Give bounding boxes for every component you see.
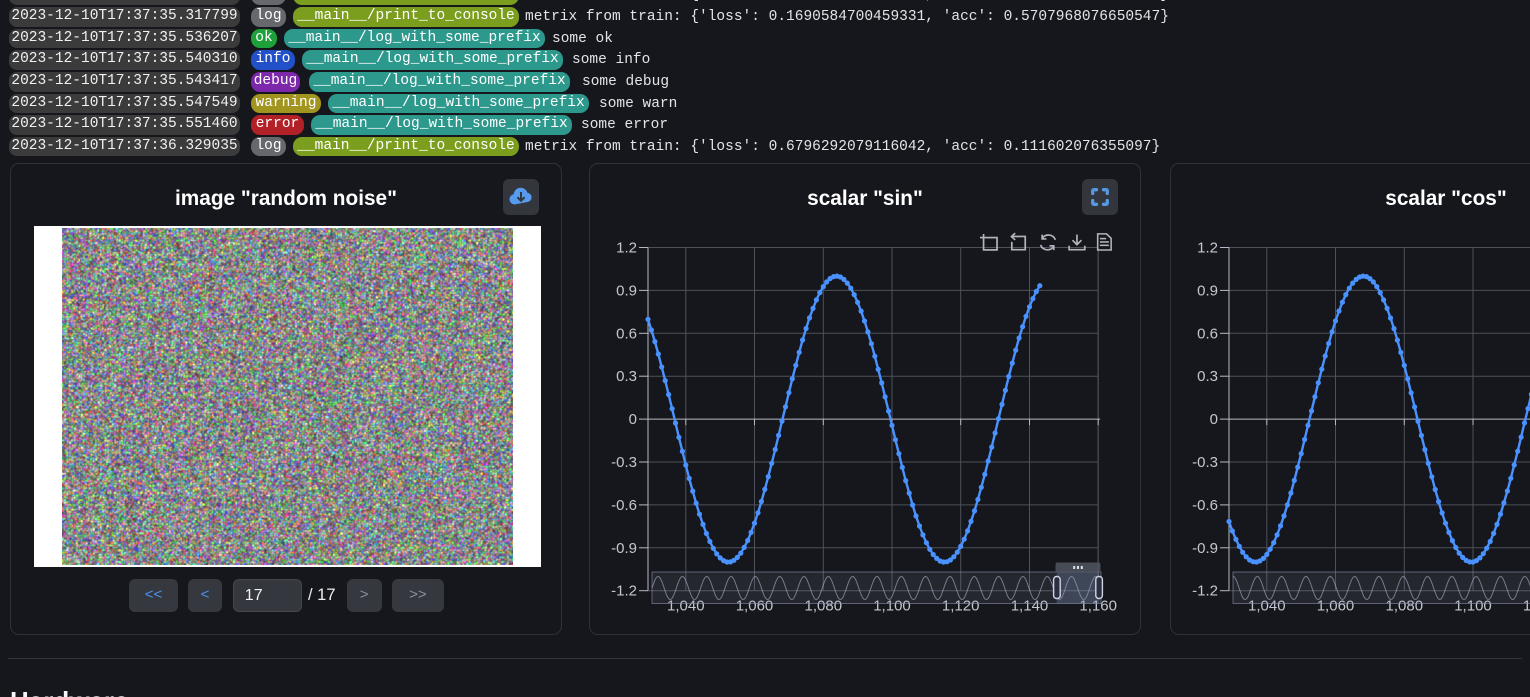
svg-text:0.6: 0.6 bbox=[1197, 325, 1218, 342]
svg-text:1.2: 1.2 bbox=[616, 239, 637, 256]
svg-text:-0.9: -0.9 bbox=[611, 539, 637, 556]
svg-text:-0.3: -0.3 bbox=[611, 454, 637, 471]
svg-text:-0.6: -0.6 bbox=[1192, 496, 1218, 513]
svg-text:0: 0 bbox=[1210, 411, 1218, 428]
svg-text:-1.2: -1.2 bbox=[1192, 582, 1218, 599]
svg-text:-0.9: -0.9 bbox=[1192, 539, 1218, 556]
svg-text:0.9: 0.9 bbox=[1197, 282, 1218, 299]
svg-text:0.6: 0.6 bbox=[616, 325, 637, 342]
svg-text:0: 0 bbox=[629, 411, 637, 428]
svg-text:-0.6: -0.6 bbox=[611, 496, 637, 513]
svg-text:-0.3: -0.3 bbox=[1192, 454, 1218, 471]
svg-text:1.2: 1.2 bbox=[1197, 239, 1218, 256]
svg-text:0.3: 0.3 bbox=[616, 368, 637, 385]
svg-text:-1.2: -1.2 bbox=[611, 582, 637, 599]
svg-text:0.9: 0.9 bbox=[616, 282, 637, 299]
svg-text:0.3: 0.3 bbox=[1197, 368, 1218, 385]
